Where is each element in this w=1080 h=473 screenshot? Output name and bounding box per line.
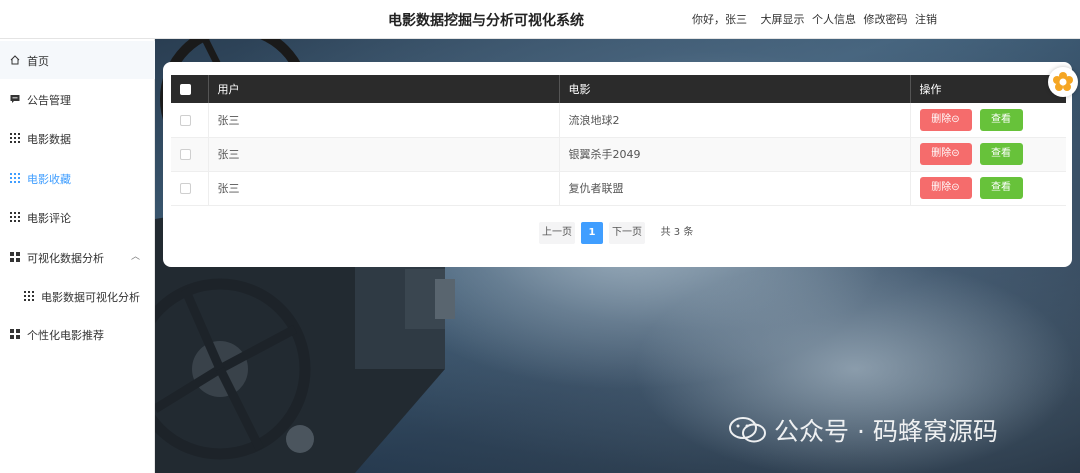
select-all-header [171, 75, 209, 103]
delete-button[interactable]: 删除⊝ [919, 108, 972, 131]
grid-icon [10, 133, 20, 143]
message-icon [10, 95, 20, 103]
view-button[interactable]: 查看 [979, 177, 1023, 199]
view-button[interactable]: 查看 [979, 143, 1023, 165]
cell-user: 张三 [208, 137, 560, 172]
change-password-link[interactable]: 修改密码 [864, 13, 908, 26]
cell-movie: 流浪地球2 [559, 103, 911, 138]
cell-user: 张三 [208, 171, 560, 206]
sidebar-item-movie-data-visualization[interactable]: 电影数据可视化分析 [0, 277, 155, 315]
next-page-button[interactable]: 下一页 [609, 222, 645, 244]
table-header-row: 用户 电影 操作 [171, 75, 1066, 103]
system-title: 电影数据挖掘与分析可视化系统 [388, 13, 584, 29]
floating-assistant-button[interactable] [1048, 67, 1078, 97]
apps-icon [10, 329, 20, 339]
column-header-actions: 操作 [910, 75, 1066, 103]
flower-icon [1053, 72, 1073, 91]
table-row: 张三 银翼杀手2049 删除⊝ 查看 [171, 137, 1066, 172]
sidebar: 首页 公告管理 电影数据 电影收藏 电影评论 可视化数据分析 ︿ 电影数据可视化… [0, 39, 155, 473]
cell-movie: 银翼杀手2049 [559, 137, 911, 172]
row-checkbox[interactable] [180, 149, 191, 160]
page-number-1[interactable]: 1 [581, 222, 603, 244]
sidebar-item-label: 电影收藏 [27, 173, 71, 186]
favorites-table: 用户 电影 操作 张三 流浪地球2 删除⊝ 查看 张三 银翼杀手2049 删除⊝ 查… [171, 75, 1066, 206]
grid-icon [10, 173, 20, 183]
sidebar-item-recommendation[interactable]: 个性化电影推荐 [0, 315, 155, 353]
column-header-user: 用户 [208, 75, 560, 103]
user-greeting: 你好，张三 [692, 13, 747, 26]
view-button[interactable]: 查看 [979, 108, 1023, 131]
table-row: 张三 复仇者联盟 删除⊝ 查看 [171, 171, 1066, 206]
cell-user: 张三 [208, 103, 560, 138]
sidebar-item-home[interactable]: 首页 [0, 41, 155, 79]
watermark-text: 公众号 · 码蜂窝源码 [774, 417, 998, 446]
home-icon [10, 55, 20, 65]
delete-button[interactable]: 删除⊝ [919, 177, 972, 199]
sidebar-item-label: 首页 [27, 55, 49, 68]
sidebar-item-label: 电影数据 [27, 133, 71, 146]
sidebar-item-label: 电影评论 [27, 212, 71, 225]
row-select-cell [171, 171, 209, 206]
big-screen-link[interactable]: 大屏显示 [761, 13, 805, 26]
sidebar-item-label: 个性化电影推荐 [27, 329, 104, 342]
grid-icon [24, 291, 34, 301]
wechat-icon [729, 417, 766, 443]
sidebar-item-label: 公告管理 [27, 94, 71, 107]
select-all-checkbox[interactable] [180, 84, 191, 95]
cell-actions: 删除⊝ 查看 [910, 171, 1066, 206]
apps-icon [10, 252, 20, 262]
column-header-movie: 电影 [559, 75, 911, 103]
profile-link[interactable]: 个人信息 [812, 13, 856, 26]
row-checkbox[interactable] [180, 183, 191, 194]
sidebar-item-label: 电影数据可视化分析 [41, 291, 140, 304]
row-select-cell [171, 137, 209, 172]
sidebar-item-movie-favorites[interactable]: 电影收藏 [0, 159, 155, 197]
row-checkbox[interactable] [180, 114, 191, 126]
row-select-cell [171, 103, 209, 138]
favorites-card: 用户 电影 操作 张三 流浪地球2 删除⊝ 查看 张三 银翼杀手2049 删除⊝ 查… [163, 62, 1072, 267]
logout-link[interactable]: 注销 [915, 13, 937, 26]
header-links: 你好，张三 大屏显示 个人信息 修改密码 注销 [692, 11, 941, 27]
sidebar-item-label: 可视化数据分析 [27, 252, 104, 265]
chevron-up-icon[interactable]: ︿ [131, 249, 140, 262]
table-row: 张三 流浪地球2 删除⊝ 查看 [171, 103, 1066, 138]
sidebar-item-movie-data[interactable]: 电影数据 [0, 119, 155, 157]
total-count: 共 3 条 [660, 227, 694, 238]
top-header: 电影数据挖掘与分析可视化系统 你好，张三 大屏显示 个人信息 修改密码 注销 [0, 0, 1080, 39]
cell-actions: 删除⊝ 查看 [910, 137, 1066, 172]
delete-button[interactable]: 删除⊝ [919, 143, 972, 165]
cell-actions: 删除⊝ 查看 [910, 103, 1066, 138]
cell-movie: 复仇者联盟 [559, 171, 911, 206]
prev-page-button[interactable]: 上一页 [539, 222, 575, 244]
sidebar-item-visual-analysis[interactable]: 可视化数据分析 ︿ [0, 238, 155, 276]
grid-icon [10, 212, 20, 222]
sidebar-item-announcements[interactable]: 公告管理 [0, 80, 155, 118]
sidebar-item-movie-comments[interactable]: 电影评论 [0, 198, 155, 236]
